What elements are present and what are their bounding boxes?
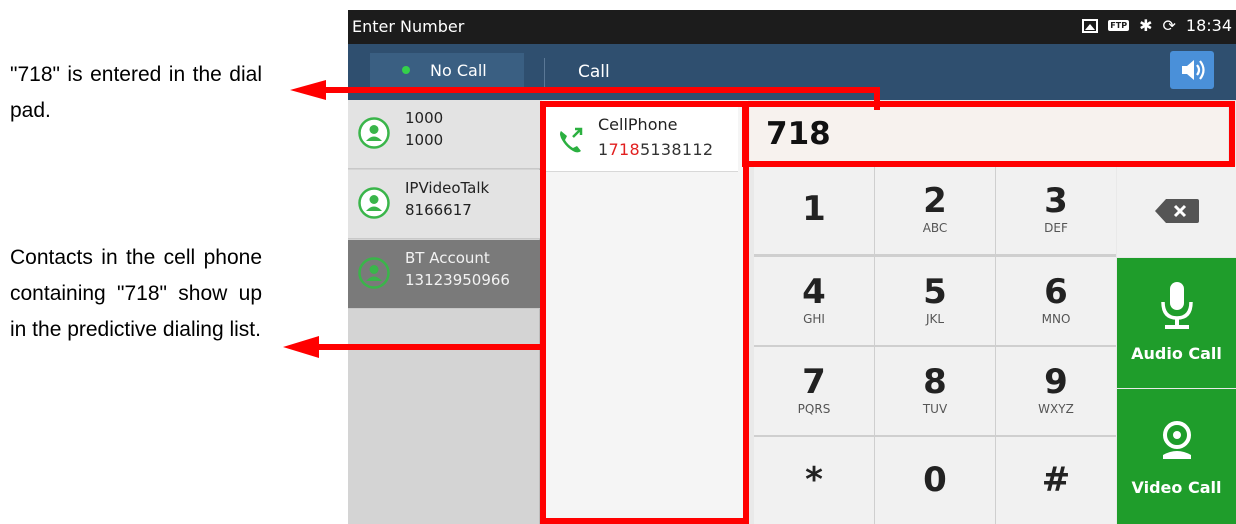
- sync-icon: ⟳: [1162, 16, 1176, 35]
- status-dot-icon: [402, 66, 410, 74]
- key-2[interactable]: 2 ABC: [875, 166, 995, 254]
- tab-no-call-label: No Call: [430, 61, 487, 80]
- bluetooth-icon: ✱: [1139, 16, 1153, 35]
- tab-call[interactable]: Call: [578, 62, 610, 82]
- clock: 18:34: [1185, 16, 1232, 35]
- contact-number: 13123950966: [405, 271, 510, 289]
- screen-title: Enter Number: [352, 17, 465, 36]
- camera-icon: [1163, 421, 1191, 459]
- backspace-button[interactable]: [1117, 166, 1236, 257]
- video-call-label: Video Call: [1131, 478, 1222, 497]
- contact-name: IPVideoTalk: [405, 179, 490, 197]
- audio-call-label: Audio Call: [1131, 344, 1222, 363]
- key-hash[interactable]: #: [996, 437, 1116, 524]
- ftp-icon: FTP: [1108, 20, 1130, 31]
- key-3[interactable]: 3 DEF: [996, 166, 1116, 254]
- key-0[interactable]: 0: [875, 437, 995, 524]
- predictive-annotation: Contacts in the cell phone containing "7…: [10, 246, 262, 341]
- key-9[interactable]: 9 WXYZ: [996, 347, 1116, 435]
- contact-item-selected[interactable]: BT Account 13123950966: [348, 240, 540, 309]
- audio-call-button[interactable]: Audio Call: [1117, 258, 1236, 388]
- predictive-highlight-box: [540, 101, 749, 524]
- contact-avatar-icon: [358, 257, 390, 289]
- key-6[interactable]: 6 MNO: [996, 257, 1116, 345]
- contacts-list: 1000 1000 IPVideoTalk 8166617 BT Account…: [348, 100, 540, 524]
- image-icon: [1082, 18, 1099, 33]
- dial-pad-annotation: "718" is entered in the dial pad.: [10, 63, 262, 122]
- arrow-to-number-icon: [290, 80, 880, 110]
- contact-item[interactable]: 1000 1000: [348, 100, 540, 169]
- video-call-button[interactable]: Video Call: [1117, 389, 1236, 524]
- contact-avatar-icon: [358, 117, 390, 149]
- contact-name: BT Account: [405, 249, 490, 267]
- call-actions: Audio Call Video Call: [1117, 166, 1236, 524]
- speaker-icon: [1182, 60, 1205, 80]
- contact-number: 1000: [405, 131, 444, 149]
- status-bar: Enter Number FTP ✱ ⟳ 18:34: [348, 10, 1236, 44]
- number-highlight-box: [742, 101, 1235, 167]
- key-5[interactable]: 5 JKL: [875, 257, 995, 345]
- contact-number: 8166617: [405, 201, 472, 219]
- dial-pad: 1 2 ABC 3 DEF 4 GHI 5 JKL 6 MNO 7 PQRS 8 TUV 9W…: [754, 166, 1116, 524]
- key-8[interactable]: 8 TUV: [875, 347, 995, 435]
- contact-item[interactable]: IPVideoTalk 8166617: [348, 170, 540, 239]
- contact-name: 1000: [405, 109, 444, 127]
- arrow-to-predictive-icon: [283, 336, 545, 358]
- key-4[interactable]: 4 GHI: [754, 257, 874, 345]
- contact-avatar-icon: [358, 187, 390, 219]
- key-7[interactable]: 7 PQRS: [754, 347, 874, 435]
- key-star[interactable]: *: [754, 437, 874, 524]
- key-1[interactable]: 1: [754, 166, 874, 254]
- speaker-button[interactable]: [1170, 51, 1214, 89]
- backspace-icon: [1155, 199, 1199, 223]
- microphone-icon: [1161, 282, 1193, 329]
